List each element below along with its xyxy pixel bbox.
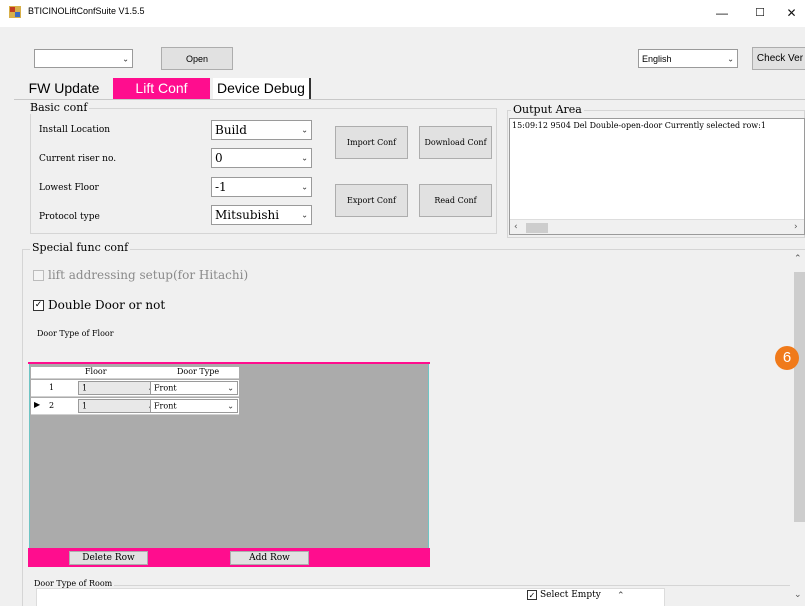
read-conf-button[interactable]: Read Conf [419, 184, 492, 217]
door-type-cell-value: Front [154, 383, 177, 393]
callout-badge: 6 [775, 346, 799, 370]
install-location-select[interactable]: Build ⌄ [211, 120, 312, 140]
chevron-down-icon: ⌄ [301, 125, 308, 135]
row-index: 2 [49, 401, 55, 410]
basic-conf-title: Basic conf [28, 101, 90, 114]
scroll-left-icon[interactable]: ‹ [514, 222, 518, 232]
download-conf-button[interactable]: Download Conf [419, 126, 492, 159]
output-log-text: 15:09:12 9504 Del Double-open-door Curre… [512, 121, 766, 130]
minimize-button[interactable]: — [704, 0, 740, 27]
lowest-floor-label: Lowest Floor [39, 183, 99, 193]
vertical-scroll-thumb[interactable] [794, 272, 805, 522]
special-func-title: Special func conf [30, 241, 131, 254]
maximize-button[interactable]: ☐ [742, 0, 778, 27]
floor-cell-select[interactable]: 1 ⌄ [78, 399, 158, 413]
grid-header-row: Floor Door Type [31, 367, 239, 379]
install-location-label: Install Location [39, 125, 111, 135]
tab-divider [14, 99, 805, 100]
output-log[interactable]: 15:09:12 9504 Del Double-open-door Curre… [509, 118, 805, 235]
add-row-button[interactable]: Add Row [230, 551, 309, 565]
export-conf-button[interactable]: Export Conf [335, 184, 408, 217]
scroll-up-icon[interactable]: ⌃ [794, 254, 802, 264]
output-scroll-thumb[interactable] [526, 223, 548, 233]
lowest-floor-select[interactable]: -1 ⌄ [211, 177, 312, 197]
output-horizontal-scrollbar[interactable]: ‹ › [510, 219, 804, 234]
current-riser-label: Current riser no. [39, 154, 117, 164]
language-select[interactable]: English ⌄ [638, 49, 738, 68]
door-type-floor-label: Door Type of Floor [37, 329, 114, 338]
chevron-down-icon: ⌄ [122, 54, 129, 63]
current-riser-value: 0 [215, 151, 223, 165]
table-row[interactable]: 1 1 ⌄ Front ⌄ [31, 380, 239, 397]
vertical-scrollbar[interactable]: ⌃ ⌄ [792, 252, 805, 606]
checkbox-box [33, 269, 44, 281]
protocol-type-value: Mitsubishi [215, 208, 280, 222]
row-index: 1 [49, 383, 55, 392]
app-icon [9, 6, 21, 18]
check-icon: ✓ [527, 590, 537, 600]
language-select-value: English [642, 53, 672, 64]
current-riser-select[interactable]: 0 ⌄ [211, 148, 312, 168]
double-door-checkbox[interactable]: ✓ Double Door or not [33, 298, 165, 312]
check-icon: ✓ [33, 299, 44, 311]
close-button[interactable]: ✕ [778, 0, 805, 27]
chevron-down-icon: ⌄ [301, 153, 308, 163]
door-type-cell-select[interactable]: Front ⌄ [150, 399, 238, 413]
floor-cell-value: 1 [82, 401, 88, 411]
lowest-floor-value: -1 [215, 180, 227, 194]
double-door-label: Double Door or not [48, 298, 166, 312]
door-type-cell-select[interactable]: Front ⌄ [150, 381, 238, 395]
check-ver-button[interactable]: Check Ver [752, 47, 805, 70]
window-title: BTICINOLiftConfSuite V1.5.5 [28, 6, 145, 16]
door-type-room-label: Door Type of Room [32, 579, 115, 588]
select-empty-checkbox[interactable]: ✓ Select Empty [527, 590, 601, 600]
grid-header-floor: Floor [85, 367, 107, 376]
chevron-down-icon: ⌄ [227, 383, 234, 393]
delete-row-button[interactable]: Delete Row [69, 551, 148, 565]
tab-device-debug[interactable]: Device Debug [213, 78, 311, 99]
floor-cell-select[interactable]: 1 ⌄ [78, 381, 158, 395]
lift-addressing-checkbox[interactable]: lift addressing setup(for Hitachi) [33, 268, 248, 282]
room-group-line [32, 585, 790, 586]
open-button[interactable]: Open [161, 47, 233, 70]
output-area-title: Output Area [511, 103, 584, 116]
grid-header-door-type: Door Type [177, 367, 220, 376]
tab-lift-conf[interactable]: Lift Conf [113, 78, 210, 99]
chevron-down-icon: ⌄ [301, 182, 308, 192]
floor-cell-value: 1 [82, 383, 88, 393]
chevron-down-icon: ⌄ [727, 54, 734, 63]
scroll-down-icon[interactable]: ⌄ [794, 590, 802, 600]
chevron-up-icon[interactable]: ⌃ [617, 591, 625, 601]
select-empty-label: Select Empty [540, 590, 601, 600]
scroll-right-icon[interactable]: › [794, 222, 798, 232]
table-row[interactable]: ▶ 2 1 ⌄ Front ⌄ [31, 398, 239, 415]
chevron-down-icon: ⌄ [301, 210, 308, 220]
lift-addressing-label: lift addressing setup(for Hitachi) [48, 268, 249, 282]
protocol-type-label: Protocol type [39, 212, 100, 222]
title-bar: BTICINOLiftConfSuite V1.5.5 — ☐ ✕ [0, 0, 805, 27]
protocol-type-select[interactable]: Mitsubishi ⌄ [211, 205, 312, 225]
port-select[interactable]: ⌄ [34, 49, 133, 68]
current-row-indicator-icon: ▶ [34, 400, 41, 409]
chevron-down-icon: ⌄ [227, 401, 234, 411]
door-type-cell-value: Front [154, 401, 177, 411]
import-conf-button[interactable]: Import Conf [335, 126, 408, 159]
tab-fw-update[interactable]: FW Update [25, 78, 103, 99]
install-location-value: Build [215, 123, 247, 137]
